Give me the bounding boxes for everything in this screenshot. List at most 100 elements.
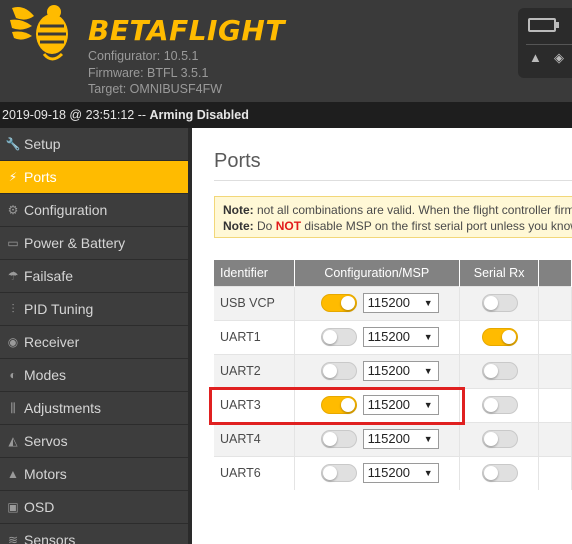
note-text: Do — [253, 219, 276, 233]
sidebar-item-label: Receiver — [24, 334, 80, 350]
status-divider — [526, 44, 572, 45]
msp-toggle[interactable] — [320, 294, 357, 312]
configuration-cell: 115200 ▼ — [294, 455, 460, 490]
serial-rx-cell — [459, 285, 540, 320]
motor-icon: ▲ — [7, 467, 19, 481]
baud-rate-select[interactable]: 115200 ▼ — [362, 327, 439, 347]
bee-logo-icon — [10, 5, 68, 61]
firmware-version: Firmware: BTFL 3.5.1 — [88, 66, 209, 80]
sidebar-item-receiver[interactable]: ◉ Receiver — [0, 326, 192, 359]
sidebar-item-label: Motors — [24, 466, 67, 482]
table-row: UART1 115200 ▼ — [214, 319, 572, 354]
sidebar-item-failsafe[interactable]: ☂ Failsafe — [0, 260, 192, 293]
baud-rate-select[interactable]: 115200 ▼ — [362, 429, 439, 449]
baud-rate-value: 115200 — [367, 329, 411, 344]
uart3-highlight-box — [209, 387, 465, 425]
table-row: UART2 115200 ▼ — [214, 353, 572, 388]
baud-rate-select[interactable]: 115200 ▼ — [362, 361, 439, 381]
sidebar-nav: 🔧 Setup ⚡ Ports ⚙ Configuration ▭ Power & Batte… — [0, 128, 192, 544]
baud-rate-value: 115200 — [367, 295, 411, 310]
msp-toggle[interactable] — [320, 464, 357, 483]
note-text: disable MSP on the first serial port unl… — [301, 219, 572, 233]
dropdown-arrow-icon: ▼ — [423, 434, 433, 444]
sidebar-item-ports[interactable]: ⚡ Ports — [0, 161, 192, 194]
extra-cell — [538, 353, 572, 388]
brand-title: BETAFLIGHT — [88, 14, 285, 47]
header-identifier: Identifier — [214, 260, 295, 286]
arming-status: Arming Disabled — [149, 108, 249, 122]
port-identifier: UART6 — [214, 455, 295, 490]
sidebar-item-label: Servos — [24, 433, 68, 449]
msp-toggle[interactable] — [320, 362, 357, 380]
sidebar-item-adjustments[interactable]: ⫼ Adjustments — [0, 392, 192, 425]
msp-toggle[interactable] — [320, 430, 357, 448]
sidebar-item-label: Power & Battery — [24, 235, 126, 251]
baud-rate-select[interactable]: 115200 ▼ — [362, 293, 439, 313]
extra-cell — [538, 387, 572, 422]
battery-icon: ▭ — [7, 236, 19, 250]
battery-icon — [528, 18, 559, 32]
configurator-version: Configurator: 10.5.1 — [88, 49, 199, 63]
serial-rx-cell — [459, 455, 540, 490]
title-divider — [214, 180, 572, 181]
baud-rate-value: 115200 — [367, 363, 411, 378]
baud-rate-value: 115200 — [367, 465, 411, 481]
sidebar-item-motors[interactable]: ▲ Motors — [0, 458, 192, 491]
ports-table: Identifier Configuration/MSP Serial Rx U… — [214, 260, 572, 490]
sidebar-item-label: Sensors — [24, 532, 76, 544]
adjust-icon: ⫼ — [10, 400, 16, 415]
sensor-icon: ≋ — [7, 533, 19, 544]
serial-rx-toggle[interactable] — [481, 430, 518, 448]
dropdown-arrow-icon: ▼ — [423, 468, 433, 479]
serial-rx-cell — [459, 387, 540, 422]
port-identifier: UART1 — [214, 319, 295, 354]
serial-rx-toggle[interactable] — [481, 362, 518, 380]
msp-toggle[interactable] — [320, 328, 357, 346]
receiver-icon: ◉ — [7, 335, 19, 349]
sidebar-item-setup[interactable]: 🔧 Setup — [0, 128, 192, 161]
configuration-cell: 115200 ▼ — [294, 319, 460, 354]
table-row: UART6 115200 ▼ — [214, 455, 572, 490]
sidebar-item-sensors[interactable]: ≋ Sensors — [0, 524, 192, 544]
sidebar-item-modes[interactable]: ◐ Modes — [0, 359, 192, 392]
serial-rx-toggle[interactable] — [481, 396, 518, 414]
log-timestamp: 2019-09-18 @ 23:51:12 -- — [2, 108, 147, 122]
table-row: UART4 115200 ▼ — [214, 421, 572, 456]
serial-rx-cell — [459, 421, 540, 456]
extra-cell — [538, 319, 572, 354]
sidebar-item-pid-tuning[interactable]: ⫶ PID Tuning — [0, 293, 192, 326]
baud-rate-select[interactable]: 115200 ▼ — [362, 463, 439, 484]
sidebar-item-label: Configuration — [24, 202, 108, 218]
sidebar-item-power-battery[interactable]: ▭ Power & Battery — [0, 227, 192, 260]
sidebar-item-label: OSD — [24, 499, 55, 515]
dropdown-arrow-icon: ▼ — [423, 366, 433, 376]
sidebar-item-label: Ports — [24, 169, 57, 185]
log-bar: 2019-09-18 @ 23:51:12 -- Arming Disabled — [0, 102, 572, 128]
sliders-icon: ⫶ — [11, 301, 15, 316]
serial-rx-toggle[interactable] — [481, 464, 518, 483]
extra-cell — [538, 455, 572, 490]
target-name: Target: OMNIBUSF4FW — [88, 82, 223, 96]
note-label: Note: — [223, 203, 254, 217]
sidebar-item-servos[interactable]: ◭ Servos — [0, 425, 192, 458]
note-not-emphasis: NOT — [275, 219, 302, 233]
toggle-icon: ◐ — [9, 368, 17, 382]
sidebar-item-osd[interactable]: ▣ OSD — [0, 491, 192, 524]
parachute-icon: ☂ — [7, 269, 19, 283]
serial-rx-cell — [459, 353, 540, 388]
plug-icon: ⚡ — [8, 170, 18, 184]
serial-rx-toggle[interactable] — [481, 328, 518, 346]
serial-rx-toggle[interactable] — [481, 294, 518, 312]
gear-icon: ⚙ — [7, 203, 19, 217]
wrench-icon: 🔧 — [5, 137, 21, 151]
sidebar-item-configuration[interactable]: ⚙ Configuration — [0, 194, 192, 227]
serial-rx-cell — [459, 319, 540, 354]
ports-note: Note: not all combinations are valid. Wh… — [214, 196, 572, 238]
warning-icon: ▲ — [529, 50, 542, 65]
port-identifier: USB VCP — [214, 285, 295, 320]
gps-icon: ◈ — [554, 50, 564, 65]
sidebar-item-label: Adjustments — [24, 400, 102, 416]
extra-cell — [538, 421, 572, 456]
configuration-cell: 115200 ▼ — [294, 285, 460, 320]
servo-icon: ◭ — [8, 434, 18, 448]
